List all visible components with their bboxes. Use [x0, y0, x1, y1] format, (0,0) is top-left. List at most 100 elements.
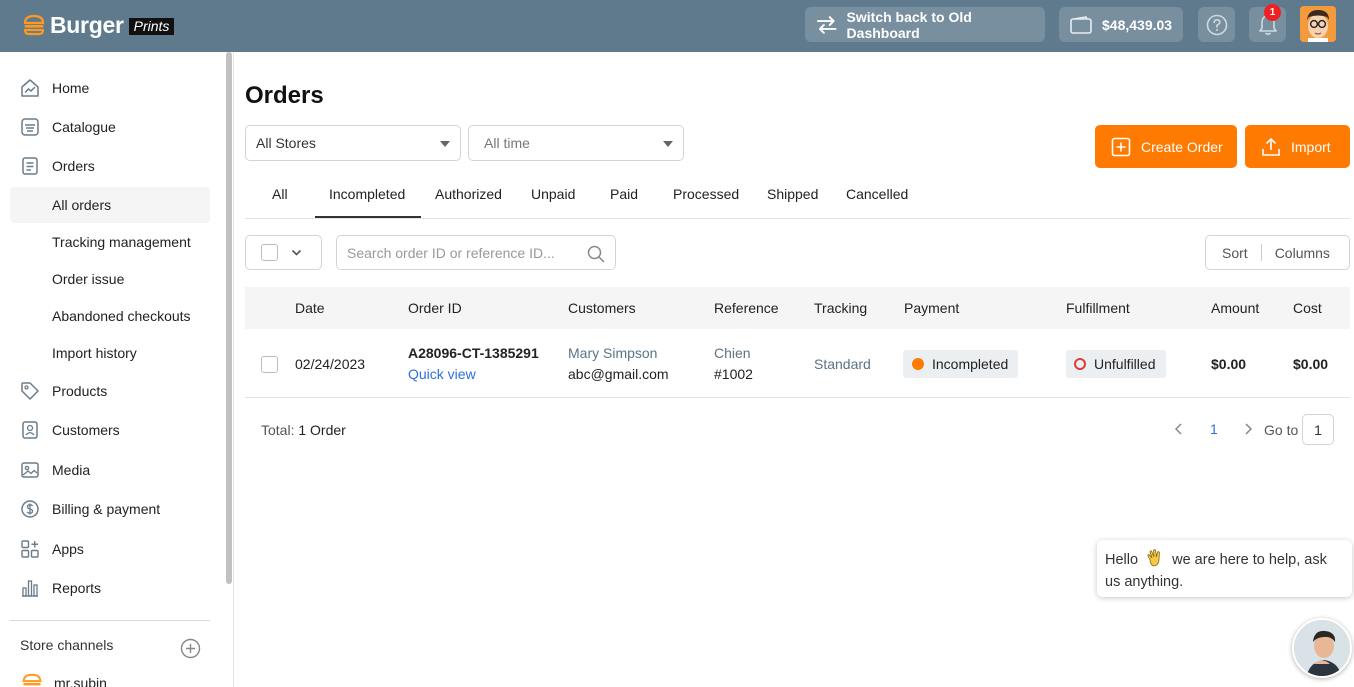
store-channel-name: mr.subin [54, 675, 107, 687]
sidebar-item-label: Home [52, 79, 90, 96]
bulk-select-dropdown[interactable] [245, 235, 322, 270]
sidebar-item-media[interactable]: Media [10, 451, 210, 488]
caret-down-icon [440, 141, 450, 147]
tab-authorized[interactable]: Authorized [435, 186, 502, 202]
sidebar-item-home[interactable]: Home [10, 69, 210, 106]
total-count: Total: 1 Order [261, 422, 346, 438]
column-header-reference[interactable]: Reference [714, 300, 779, 316]
column-header-cost[interactable]: Cost [1293, 300, 1322, 316]
column-header-customers[interactable]: Customers [568, 300, 636, 316]
notifications-button[interactable]: 1 [1249, 4, 1286, 42]
total-value: 1 Order [298, 422, 346, 438]
search-icon[interactable] [587, 245, 605, 263]
sidebar-scrollbar[interactable] [226, 52, 232, 584]
sidebar-item-catalogue[interactable]: Catalogue [10, 108, 210, 145]
create-order-button[interactable]: Create Order [1095, 125, 1237, 168]
upload-icon [1262, 137, 1280, 156]
store-filter-select[interactable]: All Stores [245, 125, 461, 161]
quick-view-link[interactable]: Quick view [408, 366, 476, 382]
search-input[interactable] [347, 242, 582, 264]
chevron-left-icon[interactable] [1173, 422, 1185, 436]
chat-greeting-bubble[interactable]: Hello we are here to help, ask us anythi… [1097, 540, 1352, 597]
sidebar-item-label: Reports [52, 579, 102, 596]
payment-status-badge: Incompleted [903, 350, 1018, 378]
waving-hand-icon [1147, 549, 1160, 567]
tab-all[interactable]: All [272, 186, 288, 202]
chat-support-avatar[interactable] [1292, 618, 1352, 678]
image-icon [21, 461, 39, 478]
sidebar-section-divider [10, 620, 210, 621]
sort-columns-group: Sort Columns [1205, 235, 1350, 270]
question-icon [1206, 14, 1227, 35]
sidebar-item-billing[interactable]: Billing & payment [10, 490, 210, 527]
order-id[interactable]: A28096-CT-1385291 [408, 345, 539, 361]
logo-word: Burger [50, 11, 124, 38]
sidebar-item-products[interactable]: Products [10, 372, 210, 409]
sort-button[interactable]: Sort [1222, 245, 1248, 261]
sidebar-item-orders[interactable]: Orders [10, 147, 210, 184]
catalogue-icon [21, 117, 39, 136]
sidebar-subitem-label: Order issue [52, 271, 125, 287]
search-box[interactable] [336, 235, 616, 270]
column-header-tracking[interactable]: Tracking [814, 300, 867, 316]
sidebar-item-label: Customers [52, 421, 120, 438]
sidebar-subitem-label: Tracking management [52, 234, 191, 250]
status-ring-icon [1074, 358, 1086, 370]
column-header-date[interactable]: Date [295, 300, 325, 316]
sidebar-item-label: Apps [52, 540, 84, 557]
sidebar-item-customers[interactable]: Customers [10, 411, 210, 448]
sidebar-subitem-all-orders[interactable]: All orders [10, 187, 210, 223]
fulfillment-status-badge: Unfulfilled [1066, 350, 1166, 378]
tab-unpaid[interactable]: Unpaid [531, 186, 575, 202]
burger-logo-icon [23, 14, 45, 36]
sidebar-subitem-tracking[interactable]: Tracking management [10, 224, 210, 260]
goto-page-input[interactable]: 1 [1302, 414, 1334, 445]
reference-name: Chien [714, 345, 751, 361]
goto-label: Go to [1264, 422, 1299, 438]
store-channel-item[interactable]: mr.subin [20, 672, 107, 687]
customer-email: abc@gmail.com [568, 366, 669, 382]
sidebar-item-reports[interactable]: Reports [10, 569, 210, 606]
tracking-method: Standard [814, 356, 871, 372]
avatar-face-icon [1300, 6, 1336, 42]
sidebar-item-label: Media [52, 461, 91, 478]
user-avatar[interactable] [1300, 6, 1336, 42]
sidebar-subitem-abandoned[interactable]: Abandoned checkouts [10, 298, 210, 334]
tabs-divider [245, 218, 1350, 219]
column-header-payment[interactable]: Payment [904, 300, 959, 316]
columns-button[interactable]: Columns [1275, 245, 1330, 261]
time-filter-value: All time [484, 135, 530, 151]
page-number-current[interactable]: 1 [1210, 421, 1218, 437]
help-button[interactable] [1198, 7, 1235, 42]
logo[interactable]: Burger Prints [22, 10, 175, 40]
switch-dashboard-button[interactable]: Switch back to Old Dashboard [805, 7, 1045, 42]
sidebar-subitem-order-issue[interactable]: Order issue [10, 261, 210, 297]
plus-square-icon [1111, 137, 1131, 156]
logo-sub: Prints [128, 17, 175, 35]
balance-value: $48,439.03 [1102, 16, 1173, 33]
chevron-right-icon[interactable] [1242, 422, 1254, 436]
tab-cancelled[interactable]: Cancelled [846, 186, 908, 202]
import-button[interactable]: Import [1245, 125, 1350, 168]
column-header-order-id[interactable]: Order ID [408, 300, 462, 316]
sidebar-subitem-label: Abandoned checkouts [52, 308, 191, 324]
wallet-balance[interactable]: $48,439.03 [1059, 7, 1183, 42]
import-label: Import [1291, 138, 1331, 155]
column-header-amount[interactable]: Amount [1211, 300, 1259, 316]
tab-paid[interactable]: Paid [610, 186, 638, 202]
time-filter-select[interactable]: All time [468, 125, 684, 161]
tab-processed[interactable]: Processed [673, 186, 739, 202]
select-all-checkbox[interactable] [261, 244, 278, 261]
tab-shipped[interactable]: Shipped [767, 186, 818, 202]
orders-icon [22, 156, 38, 175]
add-store-icon[interactable] [180, 638, 201, 659]
sidebar-item-apps[interactable]: Apps [10, 530, 210, 567]
column-header-fulfillment[interactable]: Fulfillment [1066, 300, 1130, 316]
row-checkbox[interactable] [261, 356, 278, 373]
customer-name[interactable]: Mary Simpson [568, 345, 657, 361]
tag-icon [21, 381, 39, 400]
tab-incompleted[interactable]: Incompleted [329, 186, 405, 202]
sidebar-item-label: Catalogue [52, 118, 116, 135]
swap-icon [816, 15, 837, 34]
sidebar-subitem-import-history[interactable]: Import history [10, 335, 210, 371]
